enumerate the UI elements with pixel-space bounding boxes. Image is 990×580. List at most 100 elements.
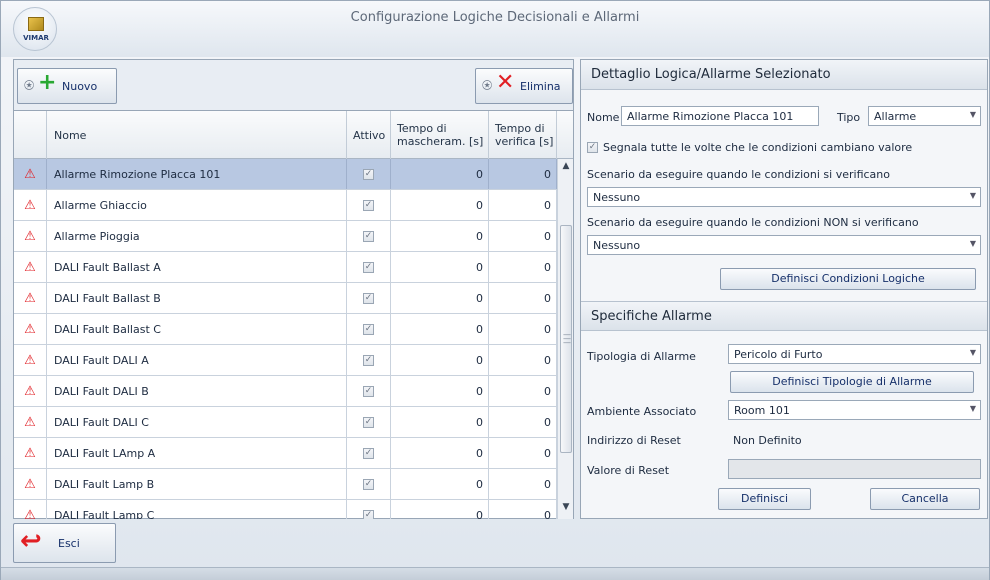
table-row[interactable]: ⚠ DALI Fault Ballast A ✓ 0 0 [14, 252, 557, 283]
scroll-down-icon[interactable]: ▼ [558, 502, 574, 516]
table-row[interactable]: ⚠ Allarme Rimozione Placca 101 ✓ 0 0 [14, 159, 557, 190]
row-name[interactable]: Allarme Ghiaccio [47, 190, 347, 220]
define-alarm-types-button[interactable]: Definisci Tipologie di Allarme [730, 371, 974, 393]
row-verify-time[interactable]: 0 [489, 345, 557, 375]
active-checkbox[interactable]: ✓ [363, 230, 374, 242]
header-name[interactable]: Nome [47, 111, 347, 159]
row-mask-time[interactable]: 0 [391, 438, 489, 468]
table-row[interactable]: ⚠ DALI Fault DALI B ✓ 0 0 [14, 376, 557, 407]
alarm-type-select[interactable]: Pericolo di Furto ▼ [728, 344, 981, 364]
header-verify-time[interactable]: Tempo di verifica [s] [489, 111, 557, 159]
row-verify-time[interactable]: 0 [489, 190, 557, 220]
signal-checkbox-row[interactable]: ✓ Segnala tutte le volte che le condizio… [587, 141, 912, 154]
name-input[interactable]: Allarme Rimozione Placca 101 [621, 106, 819, 126]
active-checkbox[interactable]: ✓ [363, 509, 374, 519]
define-conditions-button[interactable]: Definisci Condizioni Logiche [720, 268, 976, 290]
header-active[interactable]: Attivo [347, 111, 391, 159]
active-checkbox[interactable]: ✓ [363, 478, 374, 490]
row-verify-time[interactable]: 0 [489, 376, 557, 406]
row-name[interactable]: Allarme Rimozione Placca 101 [47, 159, 347, 189]
type-select[interactable]: Allarme ▼ [868, 106, 981, 126]
active-checkbox[interactable]: ✓ [363, 447, 374, 459]
active-checkbox[interactable]: ✓ [363, 261, 374, 273]
row-active-cell[interactable]: ✓ [347, 500, 391, 519]
delete-button[interactable]: ⍟ ✕ Elimina [475, 68, 573, 104]
scroll-thumb[interactable]: — — — [560, 225, 572, 453]
active-checkbox[interactable]: ✓ [363, 385, 374, 397]
row-active-cell[interactable]: ✓ [347, 190, 391, 220]
row-active-cell[interactable]: ✓ [347, 221, 391, 251]
logo-brand-text: VIMAR [23, 34, 49, 42]
define-button[interactable]: Definisci [718, 488, 811, 510]
row-verify-time[interactable]: 0 [489, 252, 557, 282]
header-mask-time[interactable]: Tempo di mascheram. [s] [391, 111, 489, 159]
active-checkbox[interactable]: ✓ [363, 292, 374, 304]
row-mask-time[interactable]: 0 [391, 500, 489, 519]
exit-button[interactable]: ↩ Esci [13, 523, 116, 563]
alarm-warning-icon: ⚠ [24, 228, 36, 244]
row-active-cell[interactable]: ✓ [347, 376, 391, 406]
row-active-cell[interactable]: ✓ [347, 159, 391, 189]
row-name[interactable]: DALI Fault Lamp C [47, 500, 347, 519]
row-verify-time[interactable]: 0 [489, 314, 557, 344]
active-checkbox[interactable]: ✓ [363, 323, 374, 335]
row-name[interactable]: DALI Fault DALI C [47, 407, 347, 437]
scenario-true-select[interactable]: Nessuno ▼ [587, 187, 981, 207]
row-active-cell[interactable]: ✓ [347, 469, 391, 499]
table-row[interactable]: ⚠ DALI Fault DALI C ✓ 0 0 [14, 407, 557, 438]
table-row[interactable]: ⚠ DALI Fault Lamp B ✓ 0 0 [14, 469, 557, 500]
row-name[interactable]: DALI Fault Ballast B [47, 283, 347, 313]
row-mask-time[interactable]: 0 [391, 407, 489, 437]
active-checkbox[interactable]: ✓ [363, 354, 374, 366]
row-name[interactable]: DALI Fault Lamp B [47, 469, 347, 499]
scenario-false-select[interactable]: Nessuno ▼ [587, 235, 981, 255]
scroll-up-icon[interactable]: ▲ [558, 161, 574, 175]
row-name[interactable]: DALI Fault DALI A [47, 345, 347, 375]
table-row[interactable]: ⚠ DALI Fault Lamp C ✓ 0 0 [14, 500, 557, 519]
row-active-cell[interactable]: ✓ [347, 407, 391, 437]
table-row[interactable]: ⚠ DALI Fault Ballast C ✓ 0 0 [14, 314, 557, 345]
row-name[interactable]: DALI Fault Ballast C [47, 314, 347, 344]
row-name[interactable]: Allarme Pioggia [47, 221, 347, 251]
row-mask-time[interactable]: 0 [391, 190, 489, 220]
table-row[interactable]: ⚠ DALI Fault LAmp A ✓ 0 0 [14, 438, 557, 469]
row-mask-time[interactable]: 0 [391, 159, 489, 189]
room-select[interactable]: Room 101 ▼ [728, 400, 981, 420]
row-verify-time[interactable]: 0 [489, 407, 557, 437]
row-name[interactable]: DALI Fault DALI B [47, 376, 347, 406]
detail-panel: Dettaglio Logica/Allarme Selezionato Nom… [580, 59, 988, 519]
table-row[interactable]: ⚠ DALI Fault Ballast B ✓ 0 0 [14, 283, 557, 314]
cancel-button[interactable]: Cancella [870, 488, 980, 510]
reset-value-input[interactable] [728, 459, 981, 479]
row-mask-time[interactable]: 0 [391, 376, 489, 406]
row-mask-time[interactable]: 0 [391, 314, 489, 344]
row-mask-time[interactable]: 0 [391, 221, 489, 251]
row-active-cell[interactable]: ✓ [347, 314, 391, 344]
row-name[interactable]: DALI Fault LAmp A [47, 438, 347, 468]
row-mask-time[interactable]: 0 [391, 252, 489, 282]
row-verify-time[interactable]: 0 [489, 221, 557, 251]
active-checkbox[interactable]: ✓ [363, 199, 374, 211]
row-verify-time[interactable]: 0 [489, 500, 557, 519]
row-name[interactable]: DALI Fault Ballast A [47, 252, 347, 282]
scenario-true-label: Scenario da eseguire quando le condizion… [587, 168, 890, 181]
active-checkbox[interactable]: ✓ [363, 416, 374, 428]
row-verify-time[interactable]: 0 [489, 283, 557, 313]
row-active-cell[interactable]: ✓ [347, 345, 391, 375]
table-row[interactable]: ⚠ Allarme Pioggia ✓ 0 0 [14, 221, 557, 252]
row-verify-time[interactable]: 0 [489, 469, 557, 499]
row-verify-time[interactable]: 0 [489, 159, 557, 189]
row-mask-time[interactable]: 0 [391, 469, 489, 499]
row-mask-time[interactable]: 0 [391, 345, 489, 375]
table-scrollbar[interactable]: ▲ — — — ▼ [557, 159, 573, 519]
new-button[interactable]: ⍟ + Nuovo [17, 68, 117, 104]
row-verify-time[interactable]: 0 [489, 438, 557, 468]
row-active-cell[interactable]: ✓ [347, 438, 391, 468]
row-active-cell[interactable]: ✓ [347, 283, 391, 313]
table-row[interactable]: ⚠ Allarme Ghiaccio ✓ 0 0 [14, 190, 557, 221]
signal-checkbox[interactable]: ✓ [587, 142, 598, 153]
row-active-cell[interactable]: ✓ [347, 252, 391, 282]
row-mask-time[interactable]: 0 [391, 283, 489, 313]
table-row[interactable]: ⚠ DALI Fault DALI A ✓ 0 0 [14, 345, 557, 376]
active-checkbox[interactable]: ✓ [363, 168, 374, 180]
